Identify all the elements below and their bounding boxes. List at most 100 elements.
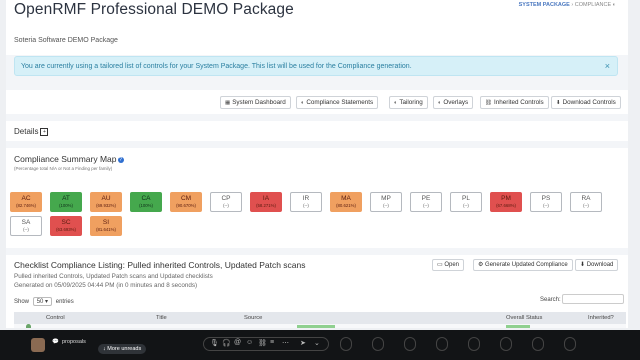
family-percent: (82.746%) <box>16 203 36 208</box>
grid-icon: ▦ <box>225 100 231 106</box>
expand-row-icon[interactable] <box>26 324 31 328</box>
family-tile-pl[interactable]: PL (--) <box>450 192 482 212</box>
search-input[interactable] <box>562 294 624 304</box>
source-badge <box>297 325 335 328</box>
tray-slot[interactable] <box>436 337 448 351</box>
tray-slot[interactable] <box>468 337 480 351</box>
page-subtitle: Soteria Software DEMO Package <box>14 37 118 44</box>
column-overall-status[interactable]: Overall Status <box>506 315 542 321</box>
compliance-summary-map: Compliance Summary Map? (Percentage tota… <box>6 148 628 248</box>
page-length-select[interactable]: 50 ▾ <box>32 297 53 306</box>
expand-icon[interactable]: + <box>40 127 49 136</box>
family-tile-pe[interactable]: PE (--) <box>410 192 442 212</box>
family-percent: (69.932%) <box>96 203 116 208</box>
family-tile-sc[interactable]: SC (63.693%) <box>50 216 82 236</box>
gear-icon: ⚙ <box>478 262 486 268</box>
family-code: RA <box>581 195 591 202</box>
family-tile-au[interactable]: AU (69.932%) <box>90 192 122 212</box>
headphones-icon[interactable]: 🎧 <box>222 339 231 347</box>
family-tile-si[interactable]: SI (81.641%) <box>90 216 122 236</box>
map-title: Compliance Summary Map? <box>14 154 124 164</box>
action-toolbar: ▦ System Dashboard ◐ Compliance Statements… <box>6 90 628 114</box>
family-code: CA <box>141 195 151 202</box>
generated-timestamp: Generated on 05/09/2025 04:44 PM (in 0 m… <box>14 282 198 289</box>
tray-slot[interactable] <box>340 337 352 351</box>
family-tile-cm[interactable]: CM (90.670%) <box>170 192 202 212</box>
chevron-down-icon[interactable]: ⌄ <box>314 339 320 347</box>
page-title: OpenRMF Professional DEMO Package <box>14 1 294 18</box>
family-tile-ir[interactable]: IR (--) <box>290 192 322 212</box>
family-code: PS <box>541 195 551 202</box>
inherited-controls-button[interactable]: ⛓ Inherited Controls <box>480 96 549 109</box>
more-unreads-button[interactable]: ↓ More unreads <box>98 344 147 354</box>
tray-slot[interactable] <box>404 337 416 351</box>
column-title[interactable]: Title <box>156 315 167 321</box>
family-tile-ps[interactable]: PS (--) <box>530 192 562 212</box>
help-icon[interactable]: ? <box>117 156 124 163</box>
page-header: OpenRMF Professional DEMO Package Soteri… <box>6 0 628 55</box>
column-control[interactable]: Control <box>46 315 65 321</box>
family-tile-ia[interactable]: IA (58.271%) <box>250 192 282 212</box>
column-inherited[interactable]: Inherited? <box>588 315 614 321</box>
close-icon[interactable]: × <box>605 61 610 71</box>
table-row[interactable] <box>14 324 626 328</box>
more-icon[interactable]: ⋯ <box>282 339 289 347</box>
family-tile-mp[interactable]: MP (--) <box>370 192 402 212</box>
emoji-icon[interactable]: ☺ <box>246 339 253 346</box>
tray-slot[interactable] <box>564 337 576 351</box>
listing-title: Checklist Compliance Listing: Pulled inh… <box>14 260 306 270</box>
overlays-button[interactable]: ◐ Overlays <box>433 96 474 109</box>
family-code: CP <box>221 195 231 202</box>
family-tile-ac[interactable]: AC (82.746%) <box>10 192 42 212</box>
alert-text: You are currently using a tailored list … <box>21 63 412 70</box>
download-controls-button[interactable]: ⬇ Download Controls <box>551 96 621 109</box>
family-percent: (--) <box>583 203 589 208</box>
family-code: IR <box>302 195 310 202</box>
link-icon[interactable]: ⛓ <box>258 339 267 347</box>
family-code: PM <box>501 195 511 202</box>
generate-updated-compliance-button[interactable]: ⚙ Generate Updated Compliance <box>473 259 573 271</box>
family-tile-at[interactable]: AT (100%) <box>50 192 82 212</box>
system-dashboard-button[interactable]: ▦ System Dashboard <box>220 96 291 109</box>
family-tile-pm[interactable]: PM (67.668%) <box>490 192 522 212</box>
family-percent: (--) <box>463 203 469 208</box>
tray-slot[interactable] <box>372 337 384 351</box>
taskbar: 💬 proposals ↓ More unreads 🎙 🎧 @ ☺ ⛓ ≡ ⋯… <box>0 330 640 360</box>
open-button[interactable]: ▭ Open <box>432 259 465 271</box>
details-section: Details + <box>6 121 628 141</box>
family-tile-ma[interactable]: MA (80.621%) <box>330 192 362 212</box>
family-tile-cp[interactable]: CP (--) <box>210 192 242 212</box>
family-code: MA <box>341 195 351 202</box>
details-header[interactable]: Details + <box>14 127 49 136</box>
family-percent: (--) <box>303 203 309 208</box>
send-icon[interactable]: ➤ <box>300 339 306 347</box>
chat-icon[interactable]: 💬 <box>52 339 59 345</box>
tailored-controls-alert: You are currently using a tailored list … <box>14 56 618 76</box>
column-source[interactable]: Source <box>244 315 262 321</box>
family-code: SI <box>102 219 110 226</box>
link-icon: ⛓ <box>485 100 492 106</box>
family-tile-ca[interactable]: CA (100%) <box>130 192 162 212</box>
family-tile-sa[interactable]: SA (--) <box>10 216 42 236</box>
compliance-statements-button[interactable]: ◐ Compliance Statements <box>296 96 379 109</box>
tray-slot[interactable] <box>532 337 544 351</box>
download-icon: ⬇ <box>556 100 561 106</box>
family-percent: (90.670%) <box>176 203 196 208</box>
theme-toggle-icon[interactable]: ◐ <box>613 2 616 8</box>
format-icon[interactable]: ≡ <box>270 339 274 346</box>
family-tile-ra[interactable]: RA (--) <box>570 192 602 212</box>
family-code: MP <box>381 195 391 202</box>
tray-slot[interactable] <box>500 337 512 351</box>
at-icon[interactable]: @ <box>234 339 241 346</box>
map-subtitle: (Percentage total N/A or Not a Finding p… <box>14 166 113 171</box>
family-code: AU <box>101 195 111 202</box>
breadcrumb: SYSTEM PACKAGE › COMPLIANCE ◐ <box>519 2 616 8</box>
download-button[interactable]: ⬇ Download <box>575 259 619 271</box>
proposals-item[interactable]: proposals <box>62 339 86 345</box>
mic-icon[interactable]: 🎙 <box>210 339 219 347</box>
family-percent: (--) <box>223 203 229 208</box>
tailoring-button[interactable]: ◐ Tailoring <box>389 96 428 109</box>
half-circle-icon: ◐ <box>438 100 442 106</box>
breadcrumb-system-package[interactable]: SYSTEM PACKAGE <box>519 2 570 8</box>
avatar[interactable] <box>31 338 45 352</box>
